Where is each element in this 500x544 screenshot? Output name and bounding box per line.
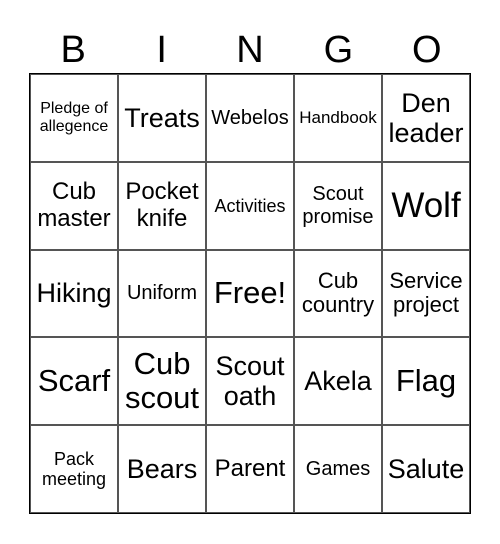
bingo-cell[interactable]: Uniform: [118, 249, 206, 338]
bingo-cell[interactable]: Flag: [382, 337, 470, 426]
bingo-cell[interactable]: Salute: [382, 425, 470, 513]
bingo-cell[interactable]: Hiking: [30, 249, 118, 338]
bingo-cell[interactable]: Cub scout: [118, 337, 206, 426]
bingo-cell[interactable]: Parent: [206, 425, 294, 513]
bingo-cell[interactable]: Wolf: [382, 161, 470, 250]
bingo-cell[interactable]: Scout promise: [294, 161, 382, 250]
header-letter-g: G: [323, 29, 354, 71]
bingo-cell[interactable]: Webelos: [206, 74, 294, 162]
bingo-cell[interactable]: Scout oath: [206, 337, 294, 426]
header-letter-n: N: [236, 29, 264, 71]
bingo-cell[interactable]: Pocket knife: [118, 161, 206, 250]
bingo-cell[interactable]: Handbook: [294, 74, 382, 162]
bingo-cell[interactable]: Scarf: [30, 337, 118, 426]
bingo-cell[interactable]: Den leader: [382, 74, 470, 162]
bingo-cell[interactable]: Games: [294, 425, 382, 513]
header-letter-b: B: [60, 29, 86, 71]
bingo-cell[interactable]: Activities: [206, 161, 294, 250]
bingo-cell[interactable]: Bears: [118, 425, 206, 513]
bingo-cell[interactable]: Pack meeting: [30, 425, 118, 513]
bingo-cell[interactable]: Service project: [382, 249, 470, 338]
bingo-cell[interactable]: Cub country: [294, 249, 382, 338]
bingo-cell[interactable]: Treats: [118, 74, 206, 162]
header-letter-i: I: [156, 29, 167, 71]
bingo-grid: Pledge of allegence Treats Webelos Handb…: [29, 73, 471, 514]
header-letter-o: O: [412, 29, 442, 71]
bingo-header: B I N G O: [29, 30, 471, 70]
bingo-cell[interactable]: Cub master: [30, 161, 118, 250]
bingo-cell[interactable]: Akela: [294, 337, 382, 426]
bingo-cell free-space[interactable]: Free!: [206, 249, 294, 338]
bingo-cell[interactable]: Pledge of allegence: [30, 74, 118, 162]
